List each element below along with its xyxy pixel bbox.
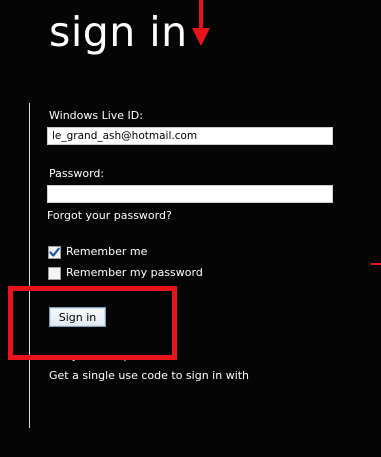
password-input[interactable]	[47, 185, 333, 203]
single-use-code-link[interactable]: Get a single use code to sign in with	[49, 369, 249, 383]
remember-me-label: Remember me	[66, 245, 148, 258]
remember-password-checkbox[interactable]	[48, 266, 61, 280]
annotation-highlight-box	[8, 286, 177, 360]
password-label: Password:	[49, 167, 105, 180]
checkmark-icon	[49, 247, 60, 257]
remember-me-option[interactable]: Remember me	[48, 245, 147, 259]
annotation-marker	[371, 263, 381, 265]
remember-me-checkbox[interactable]	[48, 245, 61, 259]
forgot-password-link[interactable]: Forgot your password?	[47, 209, 172, 223]
remember-password-option[interactable]: Remember my password	[48, 266, 203, 280]
windows-live-id-input[interactable]	[47, 127, 333, 145]
page-title: sign in	[49, 8, 188, 56]
windows-live-id-label: Windows Live ID:	[49, 109, 143, 122]
arrow-down-icon	[192, 0, 210, 46]
remember-password-label: Remember my password	[66, 266, 203, 279]
form-divider-line	[29, 103, 30, 428]
